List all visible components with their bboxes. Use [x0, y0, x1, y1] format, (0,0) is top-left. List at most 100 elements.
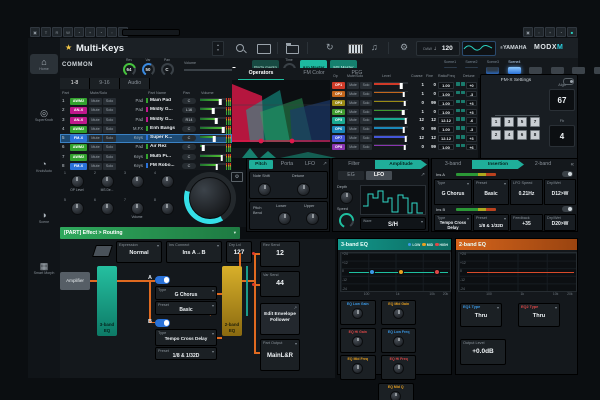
- assignable-knob-cell[interactable]: 4: [152, 171, 182, 198]
- part-row[interactable]: 1 AWM2 Mute Solo Pad Main Pad C: [60, 97, 232, 106]
- assignable-knob-cell[interactable]: 8: [152, 198, 182, 225]
- operator-coarse[interactable]: 12: [411, 135, 424, 140]
- display-icon[interactable]: [257, 44, 271, 54]
- operator-mute-button[interactable]: Mute: [347, 126, 359, 133]
- eq-band-knob-cell[interactable]: EQ Mid Gain: [381, 300, 417, 325]
- operator-solo-button[interactable]: Solo: [360, 126, 372, 133]
- operator-detune[interactable]: +3: [466, 135, 477, 142]
- operator-level-slider[interactable]: [374, 82, 408, 84]
- operator-mode-icon[interactable]: [456, 117, 460, 121]
- operator-detune[interactable]: -3: [466, 126, 477, 133]
- part-name[interactable]: FM Robo...: [146, 163, 184, 168]
- part-pan[interactable]: C: [182, 144, 196, 150]
- eq-band-knob-cell[interactable]: EQ Hi Gain: [340, 328, 376, 353]
- performance-title[interactable]: Multi-Keys: [76, 43, 124, 54]
- eq-band-knob-cell[interactable]: EQ Low Gain: [340, 300, 376, 325]
- part-solo-button[interactable]: Solo: [103, 117, 116, 124]
- assignable-knob-cell[interactable]: 5: [62, 198, 92, 225]
- eq3-mid-handle[interactable]: [398, 269, 404, 275]
- part-pan[interactable]: R14: [182, 117, 196, 123]
- operator-mode-icon[interactable]: [456, 126, 460, 130]
- host-toolbar-icon[interactable]: W: [63, 27, 73, 37]
- operator-mode-icon[interactable]: [456, 82, 460, 86]
- assignable-knob[interactable]: [131, 202, 144, 215]
- operator-fine[interactable]: 12: [425, 135, 436, 140]
- eq3-high-handle[interactable]: [434, 269, 440, 275]
- routing-b-preset[interactable]: Preset▾ 1/8 & 1/32D: [155, 347, 217, 360]
- operator-level-slider[interactable]: [374, 135, 408, 137]
- routing-header[interactable]: [PART] Effect > Routing ▾: [60, 227, 240, 239]
- operator-coarse[interactable]: 12: [411, 117, 424, 122]
- part-row[interactable]: 3 AN-X Mute Solo Pad Mildly G... R14: [60, 116, 232, 125]
- part-pan[interactable]: C: [182, 135, 196, 141]
- part-volume-slider[interactable]: [200, 98, 226, 100]
- part-mute-button[interactable]: Mute: [89, 163, 102, 170]
- scene-button-cell[interactable]: [592, 58, 600, 74]
- ins-b-type[interactable]: Type▾ Tempo Cross Delay: [434, 214, 472, 231]
- operator-row[interactable]: OP7 Mute Solo 12 12 12.12 +3: [232, 134, 478, 143]
- host-toolbar-icon[interactable]: ◔: [96, 27, 106, 37]
- eq-band-knob-cell[interactable]: EQ Mid Q: [378, 383, 414, 400]
- part-pan[interactable]: C: [182, 126, 196, 132]
- operator-solo-button[interactable]: Solo: [360, 91, 372, 98]
- scene-button[interactable]: [486, 67, 499, 74]
- operator-level-slider[interactable]: [374, 117, 408, 119]
- tab-operators[interactable]: Operators: [238, 68, 284, 80]
- part-mute-button[interactable]: Mute: [89, 135, 102, 142]
- scene-button[interactable]: [508, 67, 521, 74]
- assignable-knob[interactable]: [161, 202, 174, 215]
- operator-row[interactable]: OP1 Mute Solo 1 0 1.00 +0: [232, 81, 478, 90]
- operator-mode-icon[interactable]: [461, 144, 465, 148]
- operator-fine[interactable]: 0: [425, 91, 436, 96]
- part-output-select[interactable]: Part Output▾ MainL&R: [260, 339, 300, 371]
- scene-button[interactable]: [551, 67, 564, 74]
- operator-mute-button[interactable]: Mute: [347, 82, 359, 89]
- part-mute-button[interactable]: Mute: [89, 117, 102, 124]
- operator-fine[interactable]: 12: [425, 117, 436, 122]
- assignable-knob[interactable]: [161, 175, 174, 188]
- operator-detune[interactable]: -6: [466, 117, 477, 124]
- ins-a-switch[interactable]: [562, 171, 573, 177]
- operator-detune[interactable]: +3: [466, 100, 477, 107]
- refresh-icon[interactable]: ↻: [326, 43, 334, 52]
- host-toolbar-icon[interactable]: ▫: [107, 27, 117, 37]
- common-knob[interactable]: Rev 64: [122, 58, 136, 76]
- operator-fine[interactable]: 0: [425, 109, 436, 114]
- operator-coarse[interactable]: 1: [411, 82, 424, 87]
- part-name[interactable]: Mildly G...: [146, 117, 184, 122]
- lfo-wave-select[interactable]: Wave ▾ S/H: [360, 217, 426, 230]
- ins-a-preset[interactable]: Preset▾ Basic: [473, 179, 509, 205]
- eq-band-knob[interactable]: [352, 336, 363, 347]
- operator-ratio[interactable]: 1.00: [438, 82, 454, 89]
- operator-solo-button[interactable]: Solo: [360, 117, 372, 124]
- scene-button-cell[interactable]: Scene4: [506, 58, 522, 74]
- operator-row[interactable]: OP3 Mute Solo 0 99 1.00 +3: [232, 99, 478, 108]
- pitch-jump-icon[interactable]: ↗: [323, 161, 327, 167]
- operator-mute-button[interactable]: Mute: [347, 100, 359, 107]
- host-toolbar-icon[interactable]: ▫: [534, 27, 544, 37]
- part-solo-button[interactable]: Solo: [103, 135, 116, 142]
- operator-solo-button[interactable]: Solo: [360, 100, 372, 107]
- assignable-knob-cell[interactable]: 2 MS De...: [92, 171, 122, 198]
- mini-wave-display[interactable]: [462, 41, 496, 56]
- assignable-knob-cell[interactable]: 1 OP Level: [62, 171, 92, 198]
- host-toolbar-icon[interactable]: +: [85, 27, 95, 37]
- operator-level-slider[interactable]: [374, 91, 408, 93]
- operator-ratio[interactable]: 1.00: [438, 91, 454, 98]
- music-notes-icon[interactable]: ♫: [371, 43, 378, 52]
- bend-upper-knob[interactable]: [306, 212, 319, 225]
- settings-gear-icon[interactable]: ⚙: [400, 43, 408, 52]
- operator-detune[interactable]: +3: [466, 109, 477, 116]
- eq-band-knob[interactable]: [393, 363, 404, 374]
- ins-b-toggle[interactable]: [155, 319, 170, 327]
- operator-row[interactable]: OP5 Mute Solo 12 12 12.12 -6: [232, 116, 478, 125]
- eq-band-knob-cell[interactable]: EQ Hi Freq: [381, 355, 417, 380]
- eq3-graph[interactable]: +24+120-12-24: [340, 252, 451, 292]
- part-solo-button[interactable]: Solo: [103, 163, 116, 170]
- ins-b-switch[interactable]: [562, 206, 573, 212]
- part-volume-slider[interactable]: [200, 117, 226, 119]
- part-name[interactable]: Mildly G...: [146, 107, 184, 112]
- part-pan[interactable]: L16: [182, 107, 196, 113]
- operator-mode-icon[interactable]: [461, 109, 465, 113]
- part-mute-button[interactable]: Mute: [89, 98, 102, 105]
